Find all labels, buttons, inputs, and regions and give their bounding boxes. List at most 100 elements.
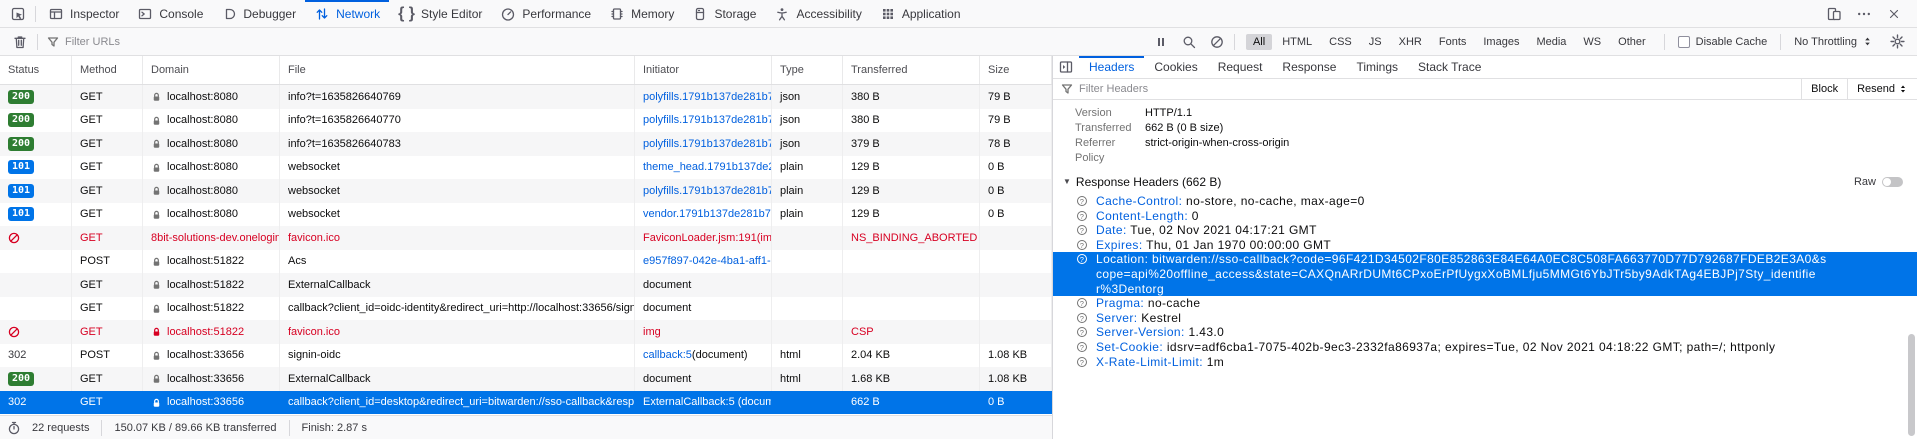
initiator-link[interactable]: vendor.1791b137de281b787... xyxy=(643,208,772,220)
column-header-size[interactable]: Size xyxy=(980,56,1052,84)
raw-toggle-switch[interactable] xyxy=(1882,177,1903,187)
question-mark-icon[interactable]: ? xyxy=(1077,342,1087,352)
request-row[interactable]: 302POSTlocalhost:33656signin-oidccallbac… xyxy=(0,344,1052,368)
question-mark-icon[interactable]: ? xyxy=(1077,327,1087,337)
initiator-link[interactable]: theme_head.1791b137de281... xyxy=(643,161,772,173)
details-tab-response[interactable]: Response xyxy=(1272,56,1346,78)
disable-cache-option[interactable]: Disable Cache xyxy=(1668,36,1778,48)
request-row[interactable]: GET8bit-solutions-dev.onelogin....favico… xyxy=(0,226,1052,250)
details-tab-request[interactable]: Request xyxy=(1208,56,1273,78)
request-row[interactable]: GETlocalhost:51822favicon.icoimgCSP xyxy=(0,320,1052,344)
type-filter-all[interactable]: All xyxy=(1246,34,1272,50)
details-tab-cookies[interactable]: Cookies xyxy=(1144,56,1207,78)
type-filter-media[interactable]: Media xyxy=(1529,34,1573,50)
tab-storage[interactable]: Storage xyxy=(683,0,765,27)
request-row[interactable]: GETlocalhost:51822ExternalCallbackdocume… xyxy=(0,273,1052,297)
tab-performance[interactable]: Performance xyxy=(491,0,600,27)
tab-console[interactable]: Console xyxy=(128,0,212,27)
request-row[interactable]: 200GETlocalhost:8080info?t=1635826640770… xyxy=(0,109,1052,133)
header-row[interactable]: ?Location: bitwarden://sso-callback?code… xyxy=(1053,252,1917,296)
type-filter-js[interactable]: JS xyxy=(1362,34,1389,50)
request-row[interactable]: 302GETlocalhost:33656callback?client_id=… xyxy=(0,391,1052,415)
column-header-status[interactable]: Status xyxy=(0,56,72,84)
request-row[interactable]: 101GETlocalhost:8080websocketpolyfills.1… xyxy=(0,179,1052,203)
type-filter-images[interactable]: Images xyxy=(1476,34,1526,50)
search-button[interactable] xyxy=(1175,30,1203,54)
response-headers-section-header[interactable]: ▼ Response Headers (662 B) Raw xyxy=(1053,173,1917,191)
request-row[interactable]: 101GETlocalhost:8080websocketvendor.1791… xyxy=(0,203,1052,227)
header-row[interactable]: ?Expires: Thu, 01 Jan 1970 00:00:00 GMT xyxy=(1053,238,1917,253)
header-row[interactable]: ?Pragma: no-cache xyxy=(1053,296,1917,311)
request-row[interactable]: 200GETlocalhost:8080info?t=1635826640783… xyxy=(0,132,1052,156)
column-header-file[interactable]: File xyxy=(280,56,635,84)
column-header-domain[interactable]: Domain xyxy=(143,56,280,84)
request-row[interactable]: 101GETlocalhost:8080websockettheme_head.… xyxy=(0,156,1052,180)
type-filter-css[interactable]: CSS xyxy=(1322,34,1359,50)
tab-debugger[interactable]: Debugger xyxy=(212,0,305,27)
filter-urls-input[interactable] xyxy=(65,36,1147,48)
tab-network[interactable]: Network xyxy=(305,0,389,27)
request-row[interactable]: GETlocalhost:51822callback?client_id=oid… xyxy=(0,297,1052,321)
type-filter-other[interactable]: Other xyxy=(1611,34,1653,50)
question-mark-icon[interactable]: ? xyxy=(1077,298,1087,308)
header-row[interactable]: ?Server: Kestrel xyxy=(1053,311,1917,326)
tab-application[interactable]: Application xyxy=(871,0,970,27)
initiator-link[interactable]: callback:5 xyxy=(643,349,692,361)
performance-analysis-button[interactable] xyxy=(0,421,28,435)
disable-cache-checkbox[interactable] xyxy=(1678,36,1690,48)
pause-recording-button[interactable] xyxy=(1147,30,1175,54)
type-filter-ws[interactable]: WS xyxy=(1576,34,1608,50)
details-tab-stack-trace[interactable]: Stack Trace xyxy=(1408,56,1491,78)
request-row[interactable]: POSTlocalhost:51822Acse957f897-042e-4ba1… xyxy=(0,250,1052,274)
tab-memory[interactable]: Memory xyxy=(600,0,683,27)
header-row[interactable]: ?Date: Tue, 02 Nov 2021 04:17:21 GMT xyxy=(1053,223,1917,238)
initiator-link[interactable]: e957f897-042e-4ba1-aff1-... xyxy=(643,255,772,267)
header-row[interactable]: ?Content-Length: 0 xyxy=(1053,209,1917,224)
initiator-link[interactable]: polyfills.1791b137de281b787... xyxy=(643,91,772,103)
tab-inspector[interactable]: Inspector xyxy=(39,0,128,27)
meatballs-menu-button[interactable] xyxy=(1851,2,1877,26)
throttling-select[interactable]: No Throttling xyxy=(1784,36,1883,48)
network-settings-button[interactable] xyxy=(1883,30,1911,54)
column-header-transferred[interactable]: Transferred xyxy=(843,56,980,84)
request-row[interactable]: 200GETlocalhost:33656ExternalCallbackdoc… xyxy=(0,367,1052,391)
transferred-text: NS_BINDING_ABORTED xyxy=(851,232,977,244)
filter-headers-input[interactable] xyxy=(1079,83,1801,95)
responsive-design-button[interactable] xyxy=(1821,2,1847,26)
type-filter-html[interactable]: HTML xyxy=(1275,34,1319,50)
initiator-link[interactable]: polyfills.1791b137de281b787... xyxy=(643,138,772,150)
question-mark-icon[interactable]: ? xyxy=(1077,211,1087,221)
header-row[interactable]: ?Cache-Control: no-store, no-cache, max-… xyxy=(1053,194,1917,209)
tab-style-editor[interactable]: { }Style Editor xyxy=(389,0,491,27)
question-mark-icon[interactable]: ? xyxy=(1077,357,1087,367)
resend-request-button[interactable]: Resend xyxy=(1847,79,1917,99)
question-mark-icon[interactable]: ? xyxy=(1077,240,1087,250)
pick-element-button[interactable] xyxy=(4,0,32,27)
column-header-initiator[interactable]: Initiator xyxy=(635,56,772,84)
request-blocking-button[interactable] xyxy=(1203,30,1231,54)
request-row[interactable]: 200GETlocalhost:8080info?t=1635826640769… xyxy=(0,85,1052,109)
initiator-link[interactable]: polyfills.1791b137de281b787... xyxy=(643,114,772,126)
header-row[interactable]: ?Set-Cookie: idsrv=adf6cba1-7075-402b-9e… xyxy=(1053,340,1917,355)
question-mark-icon[interactable]: ? xyxy=(1077,254,1087,264)
question-mark-icon[interactable]: ? xyxy=(1077,196,1087,206)
tab-accessibility[interactable]: Accessibility xyxy=(765,0,870,27)
close-devtools-button[interactable] xyxy=(1881,2,1907,26)
details-tab-timings[interactable]: Timings xyxy=(1346,56,1408,78)
type-filter-fonts[interactable]: Fonts xyxy=(1432,34,1474,50)
question-mark-icon[interactable]: ? xyxy=(1077,225,1087,235)
question-mark-icon[interactable]: ? xyxy=(1077,313,1087,323)
type-filter-xhr[interactable]: XHR xyxy=(1392,34,1429,50)
initiator-link[interactable]: polyfills.1791b137de281b787... xyxy=(643,185,772,197)
collapse-panel-button[interactable] xyxy=(1053,56,1079,78)
header-row[interactable]: ?Server-Version: 1.43.0 xyxy=(1053,325,1917,340)
block-url-button[interactable]: Block xyxy=(1801,79,1847,99)
details-tab-headers[interactable]: Headers xyxy=(1079,56,1144,78)
vertical-scrollbar-thumb[interactable] xyxy=(1908,334,1915,436)
initiator-link[interactable]: FaviconLoader.jsm:191 xyxy=(643,232,757,244)
header-row[interactable]: ?X-Rate-Limit-Limit: 1m xyxy=(1053,355,1917,370)
column-header-method[interactable]: Method xyxy=(72,56,143,84)
column-header-type[interactable]: Type xyxy=(772,56,843,84)
clear-requests-button[interactable] xyxy=(6,30,34,54)
network-icon xyxy=(314,6,330,22)
